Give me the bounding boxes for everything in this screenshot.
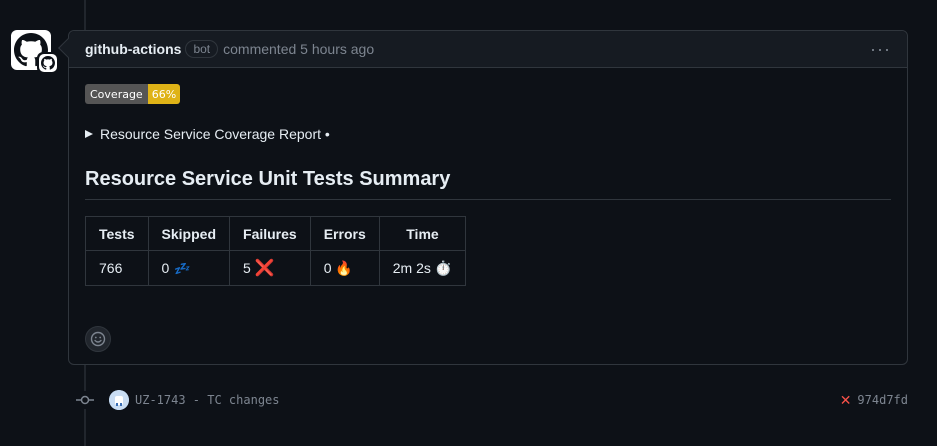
github-app-badge	[37, 52, 59, 74]
coverage-report-summary: Resource Service Coverage Report •	[100, 126, 330, 142]
unit-tests-summary-heading: Resource Service Unit Tests Summary	[85, 168, 891, 200]
cell-failures: 5 ❌	[229, 250, 311, 286]
header-tests: Tests	[85, 216, 149, 251]
bot-label: bot	[185, 40, 219, 58]
header-errors: Errors	[309, 216, 380, 251]
zzz-icon: 💤	[173, 260, 190, 276]
comment-author-link[interactable]: github-actions	[85, 41, 181, 57]
disclosure-triangle-icon	[85, 130, 93, 138]
fire-icon: 🔥	[335, 259, 353, 276]
header-failures: Failures	[229, 216, 311, 251]
table-row: 766 0 💤 5 ❌ 0 🔥 2m 2s ⏱️	[85, 250, 467, 286]
comment-header: github-actions bot commented 5 hours ago…	[69, 31, 907, 68]
table-header-row: Tests Skipped Failures Errors Time	[85, 216, 467, 251]
coverage-badge-value: 66%	[147, 84, 181, 104]
cell-time: 2m 2s ⏱️	[378, 250, 467, 286]
commit-row: UZ-1743 - TC changes ✕ 974d7fd	[76, 389, 908, 411]
github-app-icon	[41, 56, 55, 70]
add-reaction-button[interactable]	[85, 326, 111, 352]
cell-skipped: 0 💤	[147, 250, 231, 286]
cell-tests: 766	[85, 250, 149, 286]
coverage-badge: Coverage 66%	[85, 84, 181, 104]
pull-request-timeline: github-actions bot commented 5 hours ago…	[0, 0, 937, 446]
x-icon[interactable]: ✕	[840, 392, 852, 409]
cell-errors: 0 🔥	[309, 250, 380, 286]
stopwatch-icon: ⏱️	[434, 259, 453, 276]
comment-options-kebab-icon[interactable]: ···	[870, 40, 891, 58]
comment-box: github-actions bot commented 5 hours ago…	[68, 30, 908, 365]
user-avatar-icon	[109, 390, 129, 410]
commit-sha-link[interactable]: 974d7fd	[857, 393, 908, 407]
comment-timestamp[interactable]: commented 5 hours ago	[223, 41, 374, 57]
git-commit-icon	[76, 391, 94, 409]
header-skipped: Skipped	[147, 216, 231, 251]
smiley-icon	[90, 331, 106, 347]
cross-mark-icon: ❌	[254, 260, 275, 277]
comment-body: Coverage 66% Resource Service Coverage R…	[69, 68, 907, 352]
commit-status[interactable]: ✕ 974d7fd	[840, 392, 908, 409]
coverage-badge-label: Coverage	[85, 84, 148, 104]
coverage-report-details[interactable]: Resource Service Coverage Report •	[85, 126, 891, 142]
commit-author-avatar[interactable]	[109, 390, 129, 410]
test-results-table: Tests Skipped Failures Errors Time 766 0…	[85, 216, 467, 286]
commit-message-link[interactable]: UZ-1743 - TC changes	[135, 393, 280, 407]
header-time: Time	[378, 216, 467, 251]
